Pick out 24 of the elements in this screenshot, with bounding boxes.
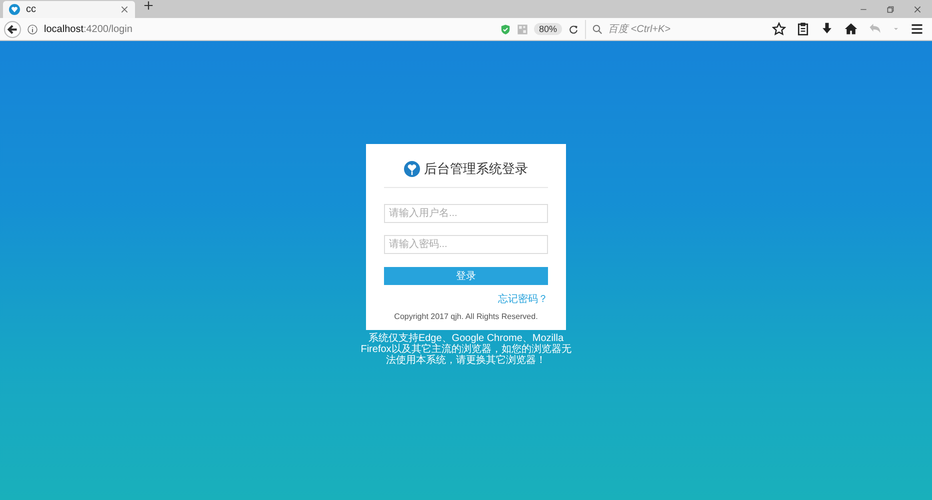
menu-icon[interactable] [910,22,924,36]
close-icon[interactable] [120,5,129,14]
shield-icon[interactable] [500,24,511,34]
copyright-text: Copyright 2017 qjh. All Rights Reserved. [393,312,539,321]
search-icon [592,24,603,34]
close-icon[interactable] [913,4,922,14]
info-icon[interactable] [27,24,38,34]
browser-support-notice: 系统仅支持Edge、Google Chrome、Mozilla Firefox以及其它主流的浏览器，如您的浏览器无法使用本系统，请更换其它浏览器！ [360,333,572,366]
star-icon[interactable] [772,22,786,36]
browser-tab[interactable]: cc [3,1,135,18]
login-title: 后台管理系统登录 [424,160,528,178]
clipboard-icon[interactable] [796,22,810,36]
home-icon[interactable] [844,22,858,36]
new-tab-icon[interactable] [143,0,154,11]
reload-icon[interactable] [568,24,579,34]
zoom-level[interactable]: 80% [534,23,562,35]
username-field[interactable]: 请输入用户名... [384,204,548,223]
tab-title: cc [26,4,37,15]
restore-icon[interactable] [886,4,895,14]
heart-logo-icon [9,4,20,15]
download-icon[interactable] [820,22,834,36]
heart-logo-icon [404,161,420,177]
password-field[interactable]: 请输入密码... [384,235,548,254]
url-text[interactable]: localhost:4200/login [44,24,132,34]
